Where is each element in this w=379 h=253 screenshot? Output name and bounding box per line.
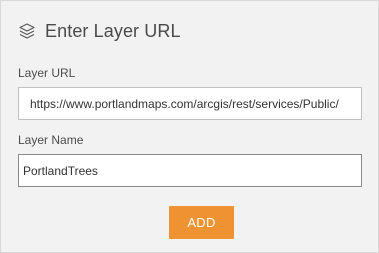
layer-url-input[interactable] <box>18 87 362 120</box>
layer-url-label: Layer URL <box>18 66 76 80</box>
layer-name-input[interactable] <box>18 154 362 187</box>
add-button[interactable]: ADD <box>169 206 234 239</box>
layers-icon <box>18 22 36 40</box>
panel-title: Enter Layer URL <box>45 20 181 41</box>
enter-layer-url-panel: Enter Layer URL Layer URL Layer Name ADD <box>0 0 379 253</box>
panel-header: Enter Layer URL <box>18 19 181 43</box>
layer-name-label: Layer Name <box>18 133 84 147</box>
